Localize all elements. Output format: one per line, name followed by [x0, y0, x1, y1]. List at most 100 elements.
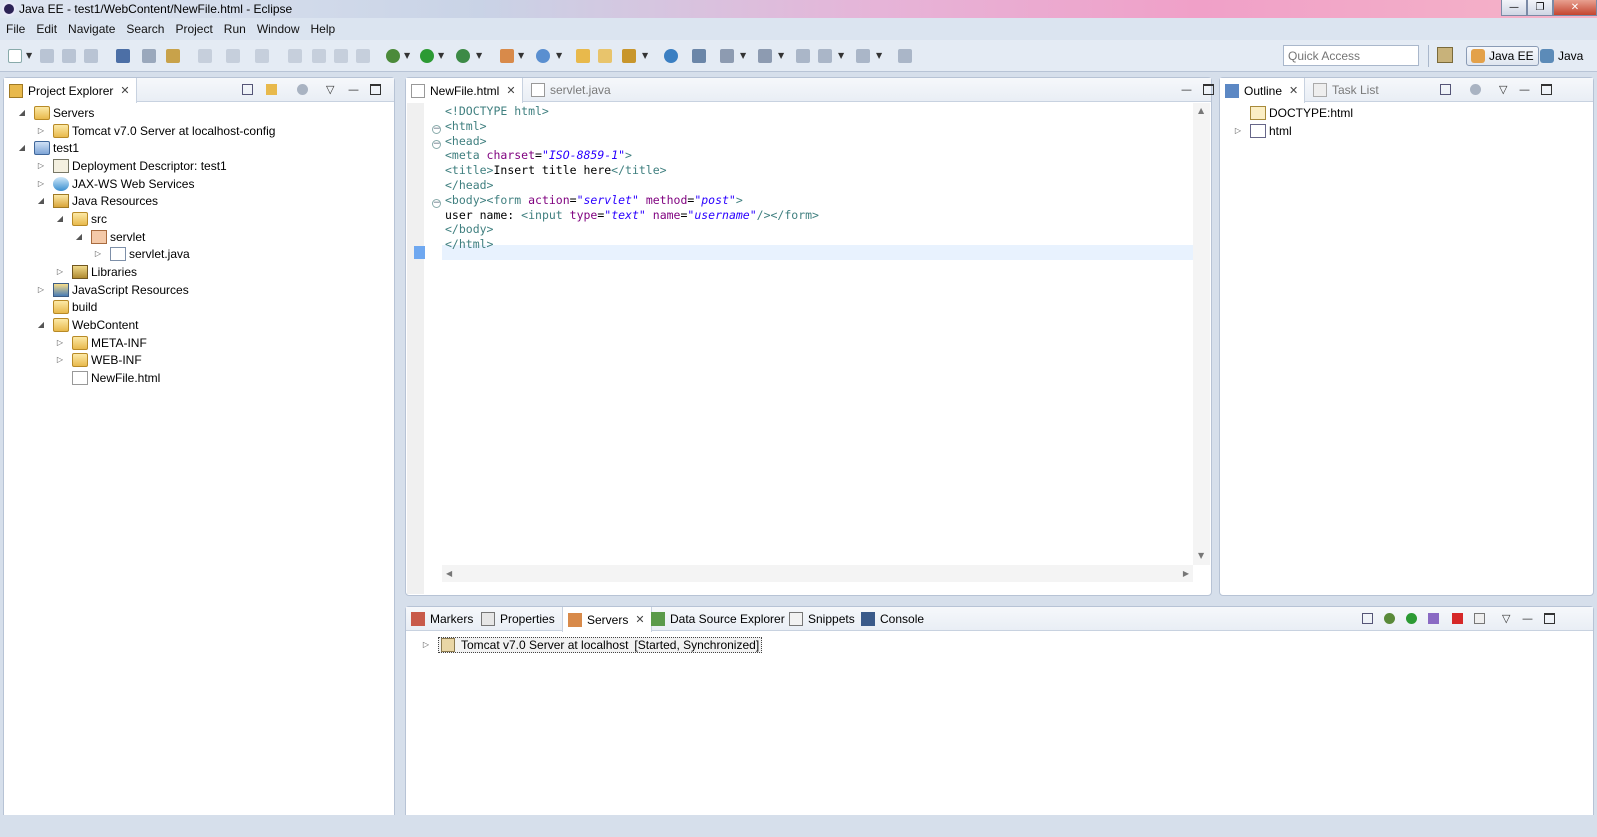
collapsed-toggle-icon[interactable]: ▷ — [92, 249, 104, 258]
tree-item[interactable]: ◢ Servers — [16, 104, 94, 121]
toggle-block-selection-icon[interactable] — [142, 49, 156, 63]
collapsed-toggle-icon[interactable]: ▷ — [54, 338, 66, 347]
save-all-icon[interactable] — [62, 49, 76, 63]
maximize-view-icon[interactable] — [1544, 613, 1555, 624]
next-annotation-dropdown-icon[interactable]: ▼ — [740, 51, 746, 60]
run-icon[interactable] — [420, 49, 434, 63]
outline-item[interactable]: DOCTYPE:html — [1232, 104, 1353, 121]
tree-item[interactable]: build — [35, 298, 97, 315]
collapsed-toggle-icon[interactable]: ▷ — [54, 267, 66, 276]
tab-markers[interactable]: Markers — [406, 607, 479, 631]
editor-vertical-scrollbar[interactable]: ▲ ▼ — [1193, 103, 1210, 565]
stop-server-icon[interactable] — [1452, 613, 1463, 624]
tree-item[interactable]: ▷ servlet.java — [92, 245, 190, 262]
run-last-tool-dropdown-icon[interactable]: ▼ — [476, 51, 482, 60]
terminate-icon[interactable] — [334, 49, 348, 63]
profile-server-icon[interactable] — [1428, 613, 1439, 624]
tree-item[interactable]: ▷ Deployment Descriptor: test1 — [35, 157, 227, 174]
tab-properties[interactable]: Properties — [476, 607, 561, 631]
menu-search[interactable]: Search — [126, 22, 164, 36]
back-dropdown-icon[interactable]: ▼ — [838, 51, 844, 60]
tree-item[interactable]: NewFile.html — [54, 369, 160, 386]
code-editor[interactable]: − − − <!DOCTYPE html> <html> <head> <meta c… — [407, 103, 1210, 594]
new-server-icon[interactable] — [500, 49, 514, 63]
expanded-toggle-icon[interactable]: ◢ — [35, 320, 47, 329]
new-dropdown-icon[interactable]: ▼ — [26, 51, 32, 60]
tree-item[interactable]: ▷ JAX-WS Web Services — [35, 175, 194, 192]
open-type-icon[interactable] — [576, 49, 590, 63]
run-last-tool-icon[interactable] — [456, 49, 470, 63]
expanded-toggle-icon[interactable]: ◢ — [35, 196, 47, 205]
perspective-java-ee-button[interactable]: Java EE — [1466, 46, 1539, 66]
collapse-all-icon[interactable] — [1440, 84, 1451, 95]
new-java-class-dropdown-icon[interactable]: ▼ — [556, 51, 562, 60]
server-list-item[interactable]: ▷ Tomcat v7.0 Server at localhost [Start… — [420, 636, 763, 653]
link-with-editor-icon[interactable] — [266, 84, 277, 95]
step-into-icon[interactable] — [198, 49, 212, 63]
open-task-icon[interactable] — [598, 49, 612, 63]
expanded-toggle-icon[interactable]: ◢ — [16, 108, 28, 117]
print-icon[interactable] — [84, 49, 98, 63]
debug-server-icon[interactable] — [1384, 613, 1395, 624]
search-icon[interactable] — [622, 49, 636, 63]
collapsed-toggle-icon[interactable]: ▷ — [35, 285, 47, 294]
menu-help[interactable]: Help — [311, 22, 336, 36]
tab-project-explorer[interactable]: Project Explorer ✕ — [4, 78, 137, 103]
search-dropdown-icon[interactable]: ▼ — [642, 51, 648, 60]
new-server-dropdown-icon[interactable]: ▼ — [518, 51, 524, 60]
menu-navigate[interactable]: Navigate — [68, 22, 115, 36]
suspend-icon[interactable] — [312, 49, 326, 63]
pin-editor-icon[interactable] — [898, 49, 912, 63]
forward-dropdown-icon[interactable]: ▼ — [876, 51, 882, 60]
open-perspective-icon[interactable] — [1437, 47, 1453, 63]
close-project-explorer-icon[interactable]: ✕ — [120, 84, 129, 97]
expanded-toggle-icon[interactable]: ◢ — [16, 143, 28, 152]
debug-icon[interactable] — [386, 49, 400, 63]
focus-active-task-icon[interactable] — [1470, 84, 1481, 95]
menu-file[interactable]: File — [6, 22, 25, 36]
tab-console[interactable]: Console — [856, 607, 930, 631]
web-browser-icon[interactable] — [664, 49, 678, 63]
scroll-left-icon[interactable]: ◀ — [446, 569, 452, 578]
view-menu-icon[interactable]: ▽ — [1499, 83, 1507, 96]
close-window-button[interactable]: ✕ — [1553, 0, 1597, 16]
tab-task-list[interactable]: Task List — [1308, 78, 1385, 102]
tree-item[interactable]: ▷ WEB-INF — [54, 351, 142, 368]
back-icon[interactable] — [818, 49, 832, 63]
maximize-editor-icon[interactable] — [1203, 84, 1214, 95]
collapsed-toggle-icon[interactable]: ▷ — [54, 355, 66, 364]
new-icon[interactable] — [8, 49, 22, 63]
scroll-up-icon[interactable]: ▲ — [1198, 106, 1204, 115]
minimize-editor-icon[interactable]: — — [1181, 83, 1192, 96]
tab-servers[interactable]: Servers ✕ — [562, 607, 652, 632]
quick-access-input[interactable] — [1283, 45, 1419, 66]
close-outline-icon[interactable]: ✕ — [1289, 84, 1298, 97]
fold-collapse-icon[interactable]: − — [432, 125, 441, 134]
last-edit-location-icon[interactable] — [796, 49, 810, 63]
tree-item[interactable]: ▷ Libraries — [54, 263, 137, 280]
maximize-view-icon[interactable] — [1541, 84, 1552, 95]
resume-icon[interactable] — [288, 49, 302, 63]
tree-item[interactable]: ▷ JavaScript Resources — [35, 281, 189, 298]
view-menu-icon[interactable]: ▽ — [326, 83, 334, 96]
menu-edit[interactable]: Edit — [36, 22, 57, 36]
editor-horizontal-scrollbar[interactable]: ◀ ▶ — [442, 565, 1193, 582]
show-whitespace-icon[interactable] — [166, 49, 180, 63]
tree-item[interactable]: ◢ servlet — [73, 228, 145, 245]
perspective-java-button[interactable]: Java — [1536, 46, 1587, 66]
forward-icon[interactable] — [856, 49, 870, 63]
collapsed-toggle-icon[interactable]: ▷ — [35, 161, 47, 170]
restore-window-button[interactable]: ❐ — [1527, 0, 1553, 16]
tree-item[interactable]: ◢ WebContent — [35, 316, 139, 333]
tab-newfile-html[interactable]: NewFile.html ✕ — [406, 78, 523, 103]
fold-collapse-icon[interactable]: − — [432, 199, 441, 208]
minimize-view-icon[interactable]: — — [1519, 83, 1530, 96]
ant-icon[interactable] — [692, 49, 706, 63]
minimize-view-icon[interactable]: — — [1522, 612, 1533, 625]
run-dropdown-icon[interactable]: ▼ — [438, 51, 444, 60]
minimize-view-icon[interactable]: — — [348, 83, 359, 96]
menu-window[interactable]: Window — [257, 22, 300, 36]
save-icon[interactable] — [40, 49, 54, 63]
expanded-toggle-icon[interactable]: ◢ — [54, 214, 66, 223]
outline-item[interactable]: ▷ html — [1232, 122, 1292, 139]
